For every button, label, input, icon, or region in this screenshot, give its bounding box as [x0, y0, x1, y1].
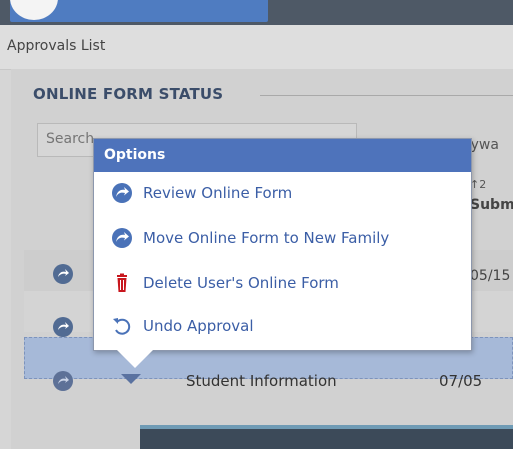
menu-item-label: Undo Approval: [143, 317, 254, 335]
trash-icon: [112, 273, 132, 293]
row-form-name: Student Information: [186, 372, 337, 390]
row-date: 05/15: [470, 268, 511, 284]
section-title: ONLINE FORM STATUS: [33, 85, 224, 103]
section-divider: [260, 95, 513, 96]
menu-item-review-online-form[interactable]: Review Online Form: [112, 183, 452, 213]
options-menu-header: Options: [94, 139, 471, 172]
chevron-down-icon[interactable]: [121, 374, 141, 384]
menu-item-label: Delete User's Online Form: [143, 274, 339, 292]
column-header-submitted[interactable]: Subm: [470, 197, 513, 213]
circle-arrow-icon: [112, 228, 132, 248]
row-date: 07/05: [439, 372, 483, 390]
circle-arrow-icon: [112, 183, 132, 203]
circle-arrow-icon[interactable]: [53, 371, 73, 391]
menu-item-undo-approval[interactable]: Undo Approval: [112, 316, 452, 346]
circle-arrow-icon[interactable]: [53, 264, 73, 284]
circle-arrow-icon[interactable]: [53, 317, 73, 337]
menu-item-move-online-form[interactable]: Move Online Form to New Family: [112, 228, 452, 258]
menu-item-delete-online-form[interactable]: Delete User's Online Form: [112, 273, 452, 303]
undo-icon: [112, 316, 132, 336]
breadcrumb[interactable]: Approvals List: [7, 38, 105, 54]
options-menu: Options Review Online Form Move Online F…: [93, 138, 472, 351]
options-menu-title: Options: [104, 147, 166, 163]
menu-pointer: [117, 350, 153, 368]
menu-item-label: Review Online Form: [143, 184, 293, 202]
menu-item-label: Move Online Form to New Family: [143, 229, 390, 247]
sort-indicator[interactable]: ↑2: [470, 178, 486, 191]
bottom-bar: [140, 425, 513, 449]
